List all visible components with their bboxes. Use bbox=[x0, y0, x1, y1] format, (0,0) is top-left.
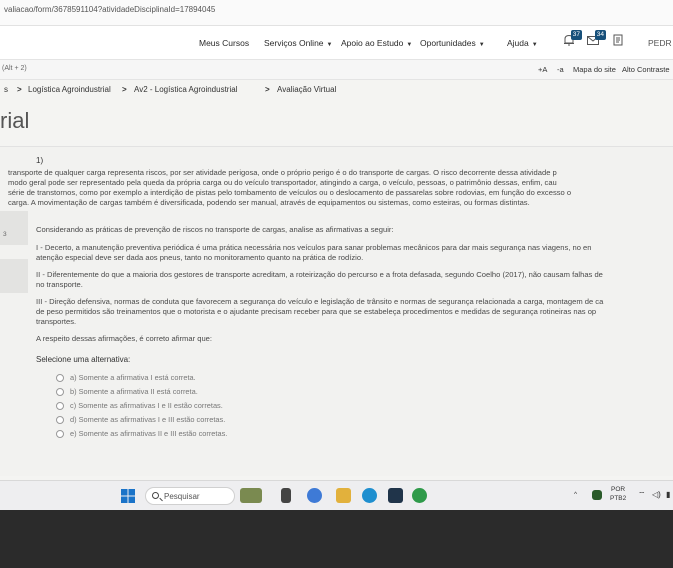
document-icon[interactable] bbox=[611, 33, 625, 47]
nav-apoio-label: Apoio ao Estudo bbox=[341, 38, 404, 48]
nav-servicos-online-label: Serviços Online bbox=[264, 38, 324, 48]
caret-down-icon: ▼ bbox=[326, 42, 333, 48]
breadcrumb-separator-icon: > bbox=[265, 85, 270, 94]
question-panel: 3 1) transporte de qualquer carga repres… bbox=[0, 146, 673, 476]
top-navbar: Meus Cursos Serviços Online ▼ Apoio ao Es… bbox=[0, 26, 673, 60]
breadcrumb: s > Logística Agroindustrial > Av2 - Log… bbox=[0, 82, 673, 100]
browser-viewport: valiacao/form/3678591104?atividadeDiscip… bbox=[0, 0, 673, 510]
high-contrast-link[interactable]: Alto Contraste bbox=[622, 65, 670, 74]
mail-icon[interactable]: 34 bbox=[586, 30, 606, 47]
address-url: valiacao/form/3678591104?atividadeDiscip… bbox=[4, 5, 216, 14]
breadcrumb-separator-icon: > bbox=[122, 85, 127, 94]
question-side-number: 3 bbox=[3, 231, 7, 238]
option-b-label: b) Somente a afirmativa II está correta. bbox=[70, 387, 198, 396]
breadcrumb-item-course[interactable]: Logística Agroindustrial bbox=[28, 85, 111, 94]
user-name[interactable]: PEDR bbox=[648, 38, 672, 48]
taskbar-search-placeholder: Pesquisar bbox=[164, 492, 200, 501]
speaker-icon[interactable]: ◁) bbox=[652, 490, 661, 499]
nav-meus-cursos[interactable]: Meus Cursos bbox=[199, 38, 249, 48]
breadcrumb-separator-icon: > bbox=[17, 85, 22, 94]
radio-button[interactable] bbox=[56, 416, 64, 424]
address-bar[interactable]: valiacao/form/3678591104?atividadeDiscip… bbox=[0, 0, 673, 26]
taskbar: Pesquisar ^ POR PTB2 ⌔ ◁) ▮ bbox=[0, 480, 673, 510]
nav-ajuda[interactable]: Ajuda ▼ bbox=[507, 38, 538, 48]
notification-badge: 37 bbox=[570, 30, 582, 40]
statement-1-line: I - Decerto, a manutenção preventiva per… bbox=[36, 243, 592, 252]
option-d-label: d) Somente as afirmativas I e III estão … bbox=[70, 415, 226, 424]
question-paragraph-line: carga. A movimentação de cargas também é… bbox=[8, 198, 530, 207]
nav-meus-cursos-label: Meus Cursos bbox=[199, 38, 250, 48]
search-icon bbox=[152, 492, 159, 499]
windows-start-icon[interactable] bbox=[121, 489, 135, 503]
breadcrumb-item-av2[interactable]: Av2 - Logística Agroindustrial bbox=[134, 85, 237, 94]
statement-1-line: atenção especial deve ser dada aos pneus… bbox=[36, 253, 364, 262]
question-paragraph-line: modo geral pode ser representado pela qu… bbox=[8, 178, 557, 187]
increase-font-button[interactable]: +A bbox=[538, 65, 547, 74]
caret-down-icon: ▼ bbox=[478, 42, 485, 48]
select-alternative-label: Selecione uma alternativa: bbox=[36, 355, 131, 364]
taskbar-search[interactable]: Pesquisar bbox=[145, 487, 235, 505]
battery-icon[interactable]: ▮ bbox=[666, 490, 670, 499]
edge-icon[interactable] bbox=[362, 488, 377, 503]
question-paragraph-line: série de transtornos, como por exemplo a… bbox=[8, 188, 572, 197]
wifi-icon[interactable]: ⌔ bbox=[638, 490, 646, 500]
nav-ajuda-label: Ajuda bbox=[507, 38, 529, 48]
caret-down-icon: ▼ bbox=[531, 42, 538, 48]
breadcrumb-fragment: s bbox=[4, 85, 8, 94]
decrease-font-button[interactable]: -a bbox=[557, 65, 564, 74]
physical-bezel bbox=[0, 510, 673, 568]
statement-2-line: no transporte. bbox=[36, 280, 83, 289]
nav-oportunidades-label: Oportunidades bbox=[420, 38, 476, 48]
radio-button[interactable] bbox=[56, 374, 64, 382]
mail-badge: 34 bbox=[594, 30, 606, 40]
side-tab-lower bbox=[0, 259, 28, 293]
bell-icon[interactable]: 37 bbox=[562, 30, 582, 47]
radio-button[interactable] bbox=[56, 388, 64, 396]
nav-servicos-online[interactable]: Serviços Online ▼ bbox=[264, 38, 332, 48]
task-view-icon[interactable] bbox=[281, 488, 291, 503]
question-number: 1) bbox=[36, 156, 44, 165]
option-c-label: c) Somente as afirmativas I e II estão c… bbox=[70, 401, 223, 410]
option-e-label: e) Somente as afirmativas II e III estão… bbox=[70, 429, 228, 438]
option-a-label: a) Somente a afirmativa I está correta. bbox=[70, 373, 196, 382]
chrome-icon[interactable] bbox=[412, 488, 427, 503]
chat-icon[interactable] bbox=[307, 488, 322, 503]
nav-apoio-ao-estudo[interactable]: Apoio ao Estudo ▼ bbox=[341, 38, 412, 48]
widget-icon[interactable] bbox=[240, 488, 262, 503]
statement-3-line: de peso permitidos são treinamentos que … bbox=[36, 307, 597, 316]
caret-down-icon: ▼ bbox=[406, 42, 413, 48]
shortcut-hint: (Alt + 2) bbox=[2, 65, 27, 72]
radio-button[interactable] bbox=[56, 430, 64, 438]
radio-button[interactable] bbox=[56, 402, 64, 410]
question-prompt: Considerando as práticas de prevenção de… bbox=[36, 225, 394, 234]
store-icon[interactable] bbox=[388, 488, 403, 503]
nav-oportunidades[interactable]: Oportunidades ▼ bbox=[420, 38, 485, 48]
tray-chevron-icon[interactable]: ^ bbox=[574, 491, 577, 498]
side-tab-upper bbox=[0, 211, 28, 245]
statement-3-line: transportes. bbox=[36, 317, 77, 326]
language-indicator[interactable]: POR bbox=[611, 486, 625, 493]
accessibility-bar: (Alt + 2) +A -a Mapa do site Alto Contra… bbox=[0, 60, 673, 80]
tray-app-icon[interactable] bbox=[592, 490, 602, 500]
question-closing: A respeito dessas afirmações, é correto … bbox=[36, 334, 213, 343]
file-explorer-icon[interactable] bbox=[336, 488, 351, 503]
user-name-label: PEDR bbox=[648, 38, 672, 48]
question-paragraph-line: transporte de qualquer carga representa … bbox=[8, 168, 557, 177]
keyboard-layout-indicator[interactable]: PTB2 bbox=[610, 495, 626, 502]
site-map-link[interactable]: Mapa do site bbox=[573, 65, 616, 74]
page-title: rial bbox=[0, 108, 30, 133]
breadcrumb-item-current: Avaliação Virtual bbox=[277, 85, 337, 94]
statement-2-line: II - Diferentemente do que a maioria dos… bbox=[36, 270, 603, 279]
statement-3-line: III - Direção defensiva, normas de condu… bbox=[36, 297, 604, 306]
